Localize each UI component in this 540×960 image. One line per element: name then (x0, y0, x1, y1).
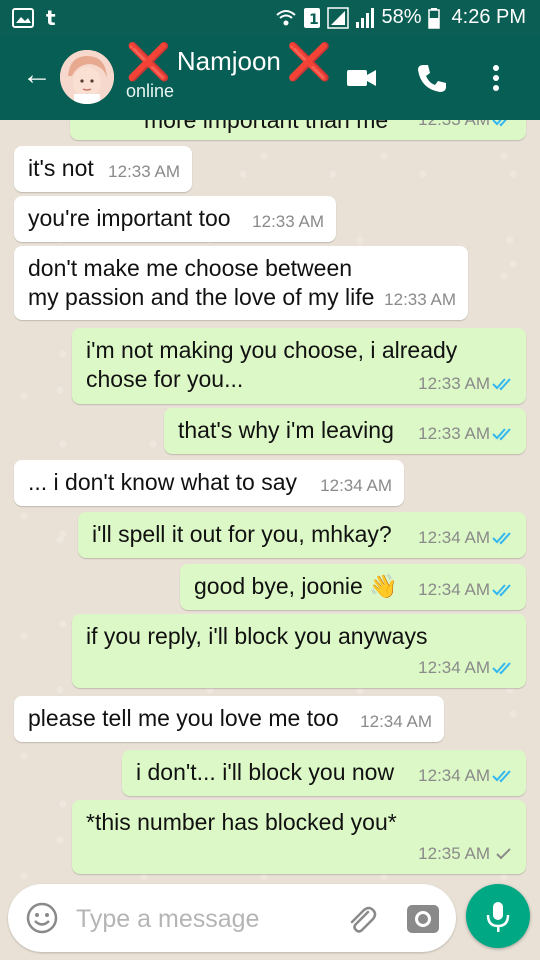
contact-name-text: Namjoon (176, 46, 281, 76)
back-arrow-icon[interactable]: ← (20, 58, 54, 92)
microphone-button[interactable] (466, 884, 530, 948)
message-bubble-incoming[interactable]: it's not 12:33 AM (14, 146, 192, 192)
contact-status: online (126, 81, 175, 101)
message-time: 12:33 AM (252, 212, 324, 231)
message-bubble-incoming[interactable]: please tell me you love me too 12:34 AM (14, 696, 444, 742)
message-text: *this number has blocked you* (86, 809, 397, 835)
message-time: 12:33 AM (418, 120, 514, 134)
read-receipt-icon (492, 427, 511, 440)
message-time: 12:33 AM (108, 162, 180, 181)
avatar[interactable] (60, 50, 114, 104)
message-time: 12:33 AM (418, 369, 514, 398)
emoji-icon[interactable] (26, 902, 58, 934)
clock: 4:26 PM (451, 6, 526, 28)
message-time: 12:34 AM (418, 653, 514, 682)
cross-mark-emoji: ❌ (126, 40, 171, 82)
message-bubble-outgoing[interactable]: that's why i'm leaving 12:33 AM (164, 408, 526, 454)
message-bubble-incoming[interactable]: you're important too 12:33 AM (14, 196, 336, 242)
message-bubble-outgoing[interactable]: if you reply, i'll block you anyways 12:… (72, 614, 526, 688)
contact-name[interactable]: ❌ Namjoon ❌ (126, 40, 332, 82)
message-time: 12:34 AM (418, 575, 514, 604)
message-time: 12:34 AM (418, 761, 514, 790)
signal-strength-icon (356, 7, 375, 28)
read-receipt-icon (492, 120, 507, 126)
message-time: 12:35 AM (418, 839, 514, 868)
phone-icon[interactable] (412, 58, 452, 98)
cross-mark-emoji: ❌ (286, 40, 332, 82)
message-bubble-outgoing[interactable]: i'll spell it out for you, mhkay? 12:34 … (78, 512, 526, 558)
message-text: if you reply, i'll block you anyways (86, 623, 428, 649)
svg-text:1: 1 (309, 12, 319, 28)
message-bubble-outgoing[interactable]: i'm not making you choose, i already cho… (72, 328, 526, 404)
read-receipt-icon (492, 583, 511, 596)
message-bubble-incoming[interactable]: don't make me choose between my passion … (14, 246, 468, 320)
read-receipt-icon (492, 531, 511, 544)
message-time: 12:33 AM (418, 419, 514, 448)
microphone-icon (486, 902, 510, 932)
message-time: 12:34 AM (418, 523, 514, 552)
chat-header: ← ❌ Namjoon ❌ online (0, 36, 540, 120)
wifi-calling-icon (276, 9, 297, 25)
message-time: 12:34 AM (320, 476, 392, 495)
camera-icon[interactable] (406, 902, 440, 936)
message-bubble-outgoing[interactable]: more important than me 12:33 AM (70, 120, 526, 140)
read-receipt-icon (492, 377, 511, 390)
message-bubble-incoming[interactable]: ... i don't know what to say 12:34 AM (14, 460, 404, 506)
gallery-notification-icon (12, 8, 34, 28)
message-bubble-outgoing[interactable]: *this number has blocked you* 12:35 AM (72, 800, 526, 874)
sent-tick-icon (496, 847, 511, 859)
read-receipt-icon (492, 661, 511, 674)
message-composer (8, 884, 456, 952)
video-call-icon[interactable] (342, 58, 382, 98)
message-time: 12:33 AM (384, 290, 456, 309)
message-text: don't make me choose between my passion … (28, 255, 375, 310)
battery-icon (427, 7, 440, 29)
status-bar: t 1 58% 4:26 PM (0, 0, 540, 36)
more-options-icon[interactable] (484, 58, 508, 98)
tumblr-notification-icon: t (46, 7, 56, 29)
read-receipt-icon (492, 769, 511, 782)
attach-clip-icon[interactable] (344, 902, 378, 936)
battery-percent: 58% (381, 6, 422, 28)
sim-one-icon: 1 (304, 7, 321, 28)
svg-text:t: t (46, 7, 56, 29)
message-bubble-outgoing[interactable]: i don't... i'll block you now 12:34 AM (122, 750, 526, 796)
chat-area[interactable]: more important than me 12:33 AM it's not… (0, 120, 540, 880)
message-input[interactable] (74, 900, 318, 938)
message-bubble-outgoing[interactable]: good bye, joonie 👋 12:34 AM (180, 564, 526, 610)
message-time: 12:34 AM (360, 712, 432, 731)
signal-box-icon (327, 6, 350, 29)
